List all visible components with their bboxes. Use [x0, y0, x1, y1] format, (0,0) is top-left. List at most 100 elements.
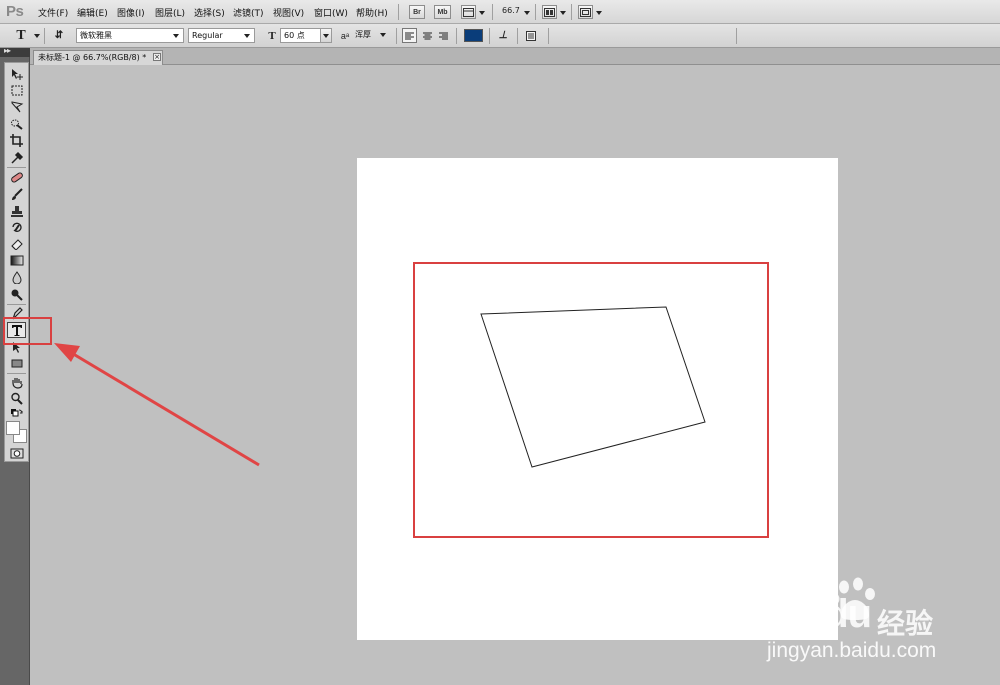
menubar-separator [571, 4, 572, 20]
crop-icon [9, 134, 23, 147]
panel-icon [526, 30, 536, 41]
font-size-dropdown[interactable] [320, 28, 332, 43]
pen-tool[interactable] [6, 306, 27, 321]
menu-select[interactable]: 选择(S) [194, 6, 225, 19]
healing-brush-tool[interactable] [6, 170, 27, 185]
align-right-button[interactable] [436, 28, 450, 43]
align-center-icon [422, 32, 432, 39]
document-tab[interactable]: 未标题-1 @ 66.7%(RGB/8) * × [33, 50, 163, 65]
font-style-select[interactable]: Regular [188, 28, 255, 43]
options-separator [517, 28, 518, 44]
layout-icon [544, 7, 555, 17]
shape-tool[interactable] [6, 356, 27, 371]
screen-mode-icon [580, 7, 591, 17]
tool-separator [7, 167, 26, 168]
type-tool[interactable] [7, 322, 26, 338]
align-center-button[interactable] [420, 28, 434, 43]
quick-mask-icon [10, 448, 23, 459]
chevron-down-icon[interactable] [524, 11, 530, 15]
text-color-swatch[interactable] [464, 29, 483, 42]
chevron-down-icon [380, 33, 386, 37]
foreground-color-swatch-front[interactable] [6, 421, 20, 435]
options-separator [396, 28, 397, 44]
move-icon [11, 69, 23, 80]
polygonal-lasso-icon [11, 101, 23, 113]
crop-tool[interactable] [6, 133, 27, 148]
magnifier-icon [10, 392, 23, 405]
toolbar-header[interactable]: ▸▸ [0, 46, 30, 57]
menu-layer[interactable]: 图层(L) [155, 6, 185, 19]
gradient-icon [10, 255, 23, 266]
chevron-down-icon[interactable] [479, 11, 485, 15]
document-canvas[interactable] [357, 158, 838, 640]
eraser-icon [10, 239, 23, 250]
zoom-level[interactable]: 66.7 [502, 6, 520, 15]
bandage-icon [10, 172, 23, 183]
zoom-tool[interactable] [6, 391, 27, 406]
options-separator [44, 28, 45, 44]
warp-text-icon[interactable]: ⊥ [496, 28, 510, 43]
options-separator [548, 28, 549, 44]
options-separator [456, 28, 457, 44]
quick-mask-button[interactable] [6, 446, 27, 461]
marquee-tool[interactable] [6, 83, 27, 98]
menubar-separator [492, 4, 493, 20]
chevron-down-icon[interactable] [560, 11, 566, 15]
quick-selection-tool[interactable] [6, 116, 27, 131]
text-tool-preset-icon[interactable]: T [12, 28, 30, 43]
photoshop-logo: Ps [6, 3, 24, 20]
gradient-tool[interactable] [6, 253, 27, 268]
lasso-tool[interactable] [6, 99, 27, 114]
menu-file[interactable]: 文件(F) [38, 6, 68, 19]
menubar-separator [535, 4, 536, 20]
menu-edit[interactable]: 编辑(E) [77, 6, 108, 19]
menu-help[interactable]: 帮助(H) [356, 6, 388, 19]
hand-icon [11, 378, 23, 389]
watermark-brand: Baidu [765, 592, 872, 636]
eyedropper-tool[interactable] [6, 150, 27, 165]
menu-view[interactable]: 视图(V) [273, 6, 304, 19]
dodge-tool[interactable] [6, 287, 27, 302]
menu-filter[interactable]: 滤镜(T) [233, 6, 264, 19]
bridge-button[interactable]: Br [409, 5, 425, 19]
close-icon[interactable]: × [153, 53, 161, 61]
chevron-down-icon [323, 34, 329, 38]
move-tool[interactable] [6, 67, 27, 82]
options-separator [736, 28, 737, 44]
path-selection-tool[interactable] [6, 340, 27, 355]
font-size-value: 60 点 [284, 31, 305, 40]
chevron-down-icon[interactable] [596, 11, 602, 15]
collapse-icon[interactable]: ▸▸ [4, 46, 11, 55]
brush-icon [11, 188, 23, 200]
font-style-value: Regular [192, 31, 223, 40]
options-separator [489, 28, 490, 44]
brush-tool[interactable] [6, 187, 27, 202]
anti-alias-select[interactable]: 浑厚 [352, 28, 390, 43]
font-family-select[interactable]: 微软雅黑 [76, 28, 184, 43]
default-colors-icon [10, 409, 22, 417]
history-brush-tool[interactable] [6, 220, 27, 235]
character-panel-button[interactable] [524, 28, 538, 43]
history-brush-icon [11, 222, 22, 232]
watermark-url: jingyan.baidu.com [767, 639, 937, 662]
chevron-down-icon [173, 34, 179, 38]
menu-image[interactable]: 图像(I) [117, 6, 145, 19]
view-extras-button[interactable] [461, 5, 476, 19]
arrange-documents-button[interactable] [542, 5, 557, 19]
eraser-tool[interactable] [6, 236, 27, 251]
arrow-head-icon [54, 343, 80, 362]
anti-alias-icon: aa [340, 30, 350, 41]
hand-tool[interactable] [6, 375, 27, 390]
screen-mode-button[interactable] [578, 5, 593, 19]
default-colors-button[interactable] [6, 407, 27, 422]
blur-tool[interactable] [6, 270, 27, 285]
type-icon [11, 324, 22, 336]
chevron-down-icon[interactable] [34, 34, 40, 38]
text-orientation-icon[interactable]: ⇵ [52, 28, 66, 43]
mini-bridge-button[interactable]: Mb [434, 5, 451, 19]
clone-stamp-tool[interactable] [6, 204, 27, 219]
menu-window[interactable]: 窗口(W) [314, 6, 348, 19]
tool-separator [7, 304, 26, 305]
tool-separator [7, 373, 26, 374]
align-left-button[interactable] [402, 28, 417, 43]
